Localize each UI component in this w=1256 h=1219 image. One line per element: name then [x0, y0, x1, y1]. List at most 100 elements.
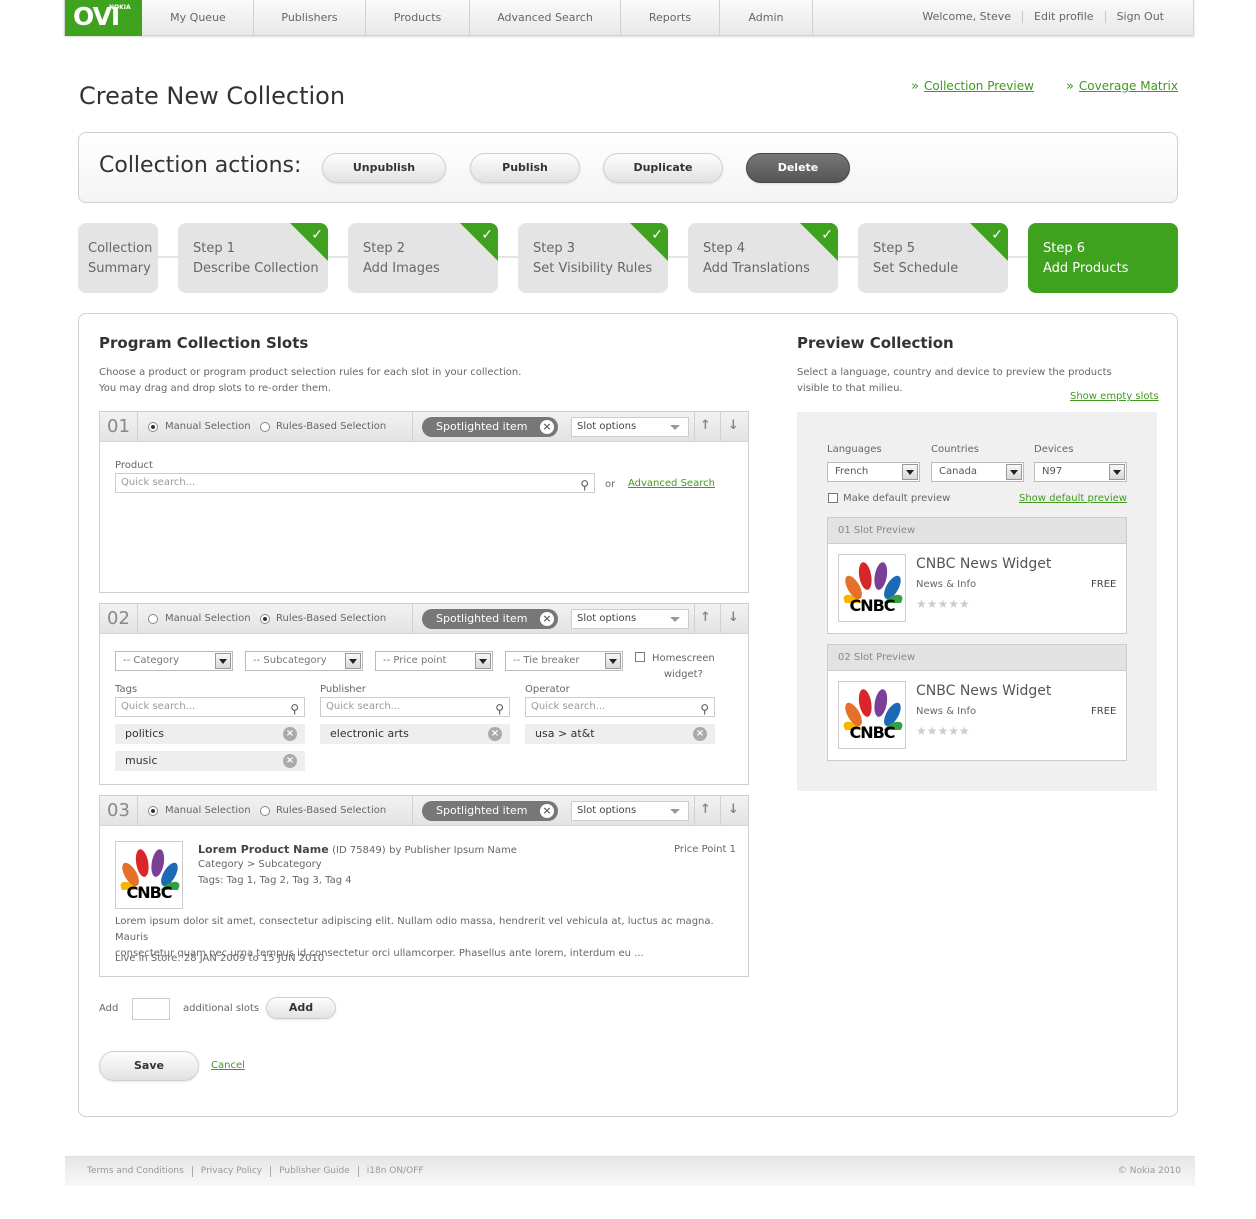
- save-button[interactable]: Save: [99, 1051, 199, 1081]
- subcategory-select[interactable]: -- Subcategory: [245, 651, 363, 671]
- additional-slots-label: additional slots: [183, 1003, 260, 1014]
- homescreen-widget-checkbox[interactable]: [635, 652, 645, 662]
- close-icon[interactable]: ×: [540, 420, 554, 434]
- rules-selection-radio[interactable]: [260, 614, 270, 624]
- search-icon[interactable]: ⚲: [290, 700, 299, 718]
- edit-profile-link[interactable]: Edit profile: [1022, 11, 1105, 23]
- sign-out-link[interactable]: Sign Out: [1104, 11, 1175, 23]
- tags-search-input[interactable]: Quick search... ⚲: [115, 697, 305, 717]
- operator-search-input[interactable]: Quick search... ⚲: [525, 697, 715, 717]
- search-icon[interactable]: ⚲: [700, 700, 709, 718]
- spotlighted-item-toggle[interactable]: Spotlighted item ×: [422, 801, 558, 821]
- slot-03[interactable]: 03 Manual Selection Rules-Based Selectio…: [99, 795, 749, 977]
- cancel-link[interactable]: Cancel: [211, 1060, 245, 1071]
- language-select[interactable]: French: [827, 462, 920, 482]
- step-1-describe-collection[interactable]: Step 1 Describe Collection ✓: [178, 223, 328, 293]
- price-point-value: -- Price point: [383, 655, 447, 666]
- unpublish-button[interactable]: Unpublish: [322, 153, 446, 183]
- operator-chip: usa > at&t ×: [525, 724, 715, 744]
- delete-button[interactable]: Delete: [746, 153, 850, 183]
- slot-options-select[interactable]: Slot options: [571, 417, 689, 437]
- category-select[interactable]: -- Category: [115, 651, 233, 671]
- nav-reports[interactable]: Reports: [621, 0, 720, 36]
- manual-selection-label: Manual Selection: [165, 613, 251, 624]
- preview-product-category: News & Info: [916, 579, 977, 590]
- rules-selection-radio[interactable]: [260, 806, 270, 816]
- coverage-matrix-link[interactable]: Coverage Matrix: [1079, 79, 1178, 93]
- step-collection-summary[interactable]: Collection Summary: [78, 223, 158, 293]
- remove-icon[interactable]: ×: [283, 754, 297, 768]
- slot-01[interactable]: 01 Manual Selection Rules-Based Selectio…: [99, 411, 749, 593]
- step-2-add-images[interactable]: Step 2 Add Images ✓: [348, 223, 498, 293]
- move-down-icon[interactable]: ↓: [728, 802, 739, 817]
- move-up-icon[interactable]: ↑: [700, 610, 711, 625]
- manual-selection-radio[interactable]: [148, 806, 158, 816]
- nav-admin[interactable]: Admin: [720, 0, 813, 36]
- spotlighted-item-toggle[interactable]: Spotlighted item ×: [422, 609, 558, 629]
- i18n-toggle-link[interactable]: i18n ON/OFF: [357, 1166, 432, 1177]
- step-6-add-products[interactable]: Step 6 Add Products: [1028, 223, 1178, 293]
- move-down-icon[interactable]: ↓: [728, 610, 739, 625]
- close-icon[interactable]: ×: [540, 804, 554, 818]
- country-select[interactable]: Canada: [931, 462, 1024, 482]
- privacy-link[interactable]: Privacy Policy: [191, 1166, 270, 1177]
- step-4-add-translations[interactable]: Step 4 Add Translations ✓: [688, 223, 838, 293]
- price-point-select[interactable]: -- Price point: [375, 651, 493, 671]
- terms-link[interactable]: Terms and Conditions: [87, 1166, 192, 1177]
- make-default-checkbox[interactable]: [828, 493, 838, 503]
- slot-preview-01[interactable]: 01 Slot Preview CNBC CNBC News Widget Ne…: [827, 517, 1127, 634]
- divider: [720, 412, 721, 442]
- step-connector: [838, 256, 858, 258]
- spotlighted-item-toggle[interactable]: Spotlighted item ×: [422, 417, 558, 437]
- spotlighted-item-label: Spotlighted item: [436, 612, 528, 625]
- chevron-down-icon: [670, 809, 680, 814]
- add-slots-button[interactable]: Add: [266, 997, 336, 1019]
- slot-header[interactable]: 02 Manual Selection Rules-Based Selectio…: [100, 604, 748, 634]
- cnbc-logo: CNBC: [115, 841, 183, 909]
- device-select[interactable]: N97: [1034, 462, 1127, 482]
- user-links: Welcome, Steve Edit profile Sign Out: [911, 11, 1175, 23]
- step-5-set-schedule[interactable]: Step 5 Set Schedule ✓: [858, 223, 1008, 293]
- search-icon[interactable]: ⚲: [580, 476, 589, 494]
- slot-header[interactable]: 01 Manual Selection Rules-Based Selectio…: [100, 412, 748, 442]
- slot-options-select[interactable]: Slot options: [571, 609, 689, 629]
- slot-options-select[interactable]: Slot options: [571, 801, 689, 821]
- slot-preview-02[interactable]: 02 Slot Preview CNBC CNBC News Widget Ne…: [827, 644, 1127, 761]
- language-value: French: [835, 466, 869, 477]
- duplicate-button[interactable]: Duplicate: [603, 153, 723, 183]
- close-icon[interactable]: ×: [540, 612, 554, 626]
- move-up-icon[interactable]: ↑: [700, 802, 711, 817]
- nav-publishers[interactable]: Publishers: [254, 0, 366, 36]
- slot-header[interactable]: 03 Manual Selection Rules-Based Selectio…: [100, 796, 748, 826]
- show-empty-slots-link[interactable]: Show empty slots: [1070, 391, 1159, 402]
- manual-selection-radio[interactable]: [148, 614, 158, 624]
- publish-button[interactable]: Publish: [470, 153, 580, 183]
- nav-products[interactable]: Products: [366, 0, 470, 36]
- nav-my-queue[interactable]: My Queue: [143, 0, 254, 36]
- search-icon[interactable]: ⚲: [495, 700, 504, 718]
- ovi-logo[interactable]: OVI NOKIA: [65, 0, 142, 36]
- additional-slots-input[interactable]: [132, 998, 170, 1020]
- country-value: Canada: [939, 466, 978, 477]
- manual-selection-radio[interactable]: [148, 422, 158, 432]
- program-slots-title: Program Collection Slots: [99, 334, 309, 352]
- remove-icon[interactable]: ×: [488, 727, 502, 741]
- remove-icon[interactable]: ×: [693, 727, 707, 741]
- preview-collection-title: Preview Collection: [797, 334, 954, 352]
- manual-selection-label: Manual Selection: [165, 805, 251, 816]
- product-search-input[interactable]: Quick search... ⚲: [115, 473, 595, 493]
- publisher-guide-link[interactable]: Publisher Guide: [270, 1166, 358, 1177]
- publisher-search-input[interactable]: Quick search... ⚲: [320, 697, 510, 717]
- tie-breaker-select[interactable]: -- Tie breaker: [505, 651, 623, 671]
- nav-advanced-search[interactable]: Advanced Search: [470, 0, 621, 36]
- move-down-icon[interactable]: ↓: [728, 418, 739, 433]
- advanced-search-link[interactable]: Advanced Search: [628, 478, 715, 489]
- collection-preview-link[interactable]: Collection Preview: [924, 79, 1034, 93]
- move-up-icon[interactable]: ↑: [700, 418, 711, 433]
- remove-icon[interactable]: ×: [283, 727, 297, 741]
- rules-selection-radio[interactable]: [260, 422, 270, 432]
- step-3-set-visibility-rules[interactable]: Step 3 Set Visibility Rules ✓: [518, 223, 668, 293]
- slot-02[interactable]: 02 Manual Selection Rules-Based Selectio…: [99, 603, 749, 785]
- slot-options-label: Slot options: [577, 421, 637, 432]
- show-default-preview-link[interactable]: Show default preview: [1019, 493, 1127, 504]
